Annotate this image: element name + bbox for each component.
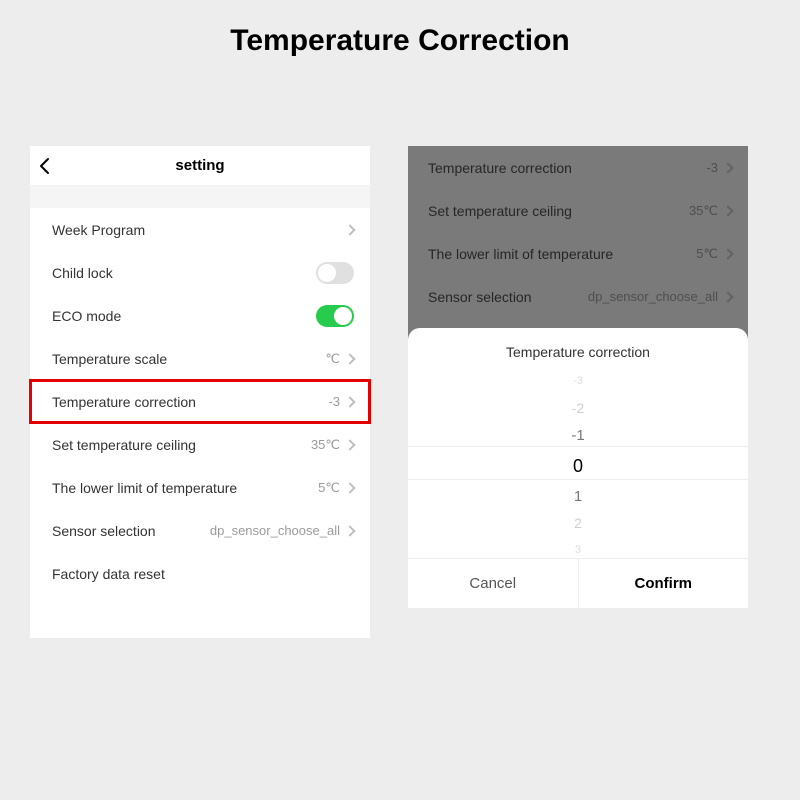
chevron-right-icon (344, 525, 355, 536)
row-temperature-lower-limit[interactable]: The lower limit of temperature 5℃ (30, 466, 370, 509)
section-gap (30, 186, 370, 208)
child-lock-toggle[interactable] (316, 262, 354, 284)
row-value: ℃ (325, 351, 340, 367)
bg-row-temperature-lower-limit: The lower limit of temperature 5℃ (408, 232, 748, 275)
row-temperature-scale[interactable]: Temperature scale ℃ (30, 337, 370, 380)
row-child-lock[interactable]: Child lock (30, 251, 370, 294)
picker-item[interactable]: -3 (573, 368, 583, 395)
row-label: Week Program (52, 222, 145, 238)
picker-item[interactable]: -2 (572, 395, 584, 422)
row-label: Set temperature ceiling (52, 437, 196, 453)
row-label: ECO mode (52, 308, 121, 324)
value-picker[interactable]: -3 -2 -1 0 1 2 3 (408, 368, 748, 558)
row-value: dp_sensor_choose_all (210, 523, 340, 538)
row-week-program[interactable]: Week Program (30, 208, 370, 251)
row-label: The lower limit of temperature (52, 480, 237, 496)
settings-screen: setting Week Program Child lock ECO mode… (30, 146, 370, 638)
chevron-right-icon (722, 291, 733, 302)
row-label: Factory data reset (52, 566, 165, 582)
back-button[interactable] (36, 146, 54, 186)
row-label: Sensor selection (428, 289, 532, 305)
row-label: Sensor selection (52, 523, 156, 539)
row-label: Temperature scale (52, 351, 167, 367)
row-label: Child lock (52, 265, 113, 281)
chevron-right-icon (344, 396, 355, 407)
chevron-right-icon (344, 353, 355, 364)
row-temperature-ceiling[interactable]: Set temperature ceiling 35℃ (30, 423, 370, 466)
picker-sheet: Temperature correction -3 -2 -1 0 1 2 3 … (408, 328, 748, 608)
chevron-right-icon (722, 248, 733, 259)
chevron-right-icon (344, 224, 355, 235)
row-value: 35℃ (689, 203, 718, 219)
row-label: Set temperature ceiling (428, 203, 572, 219)
row-label: The lower limit of temperature (428, 246, 613, 262)
bg-row-temperature-correction: Temperature correction -3 (408, 146, 748, 189)
picker-item[interactable]: -1 (571, 422, 584, 449)
chevron-right-icon (344, 482, 355, 493)
eco-mode-toggle[interactable] (316, 305, 354, 327)
chevron-right-icon (722, 205, 733, 216)
top-bar: setting (30, 146, 370, 186)
row-eco-mode[interactable]: ECO mode (30, 294, 370, 337)
picker-item-selected[interactable]: 0 (573, 449, 583, 483)
bg-row-sensor-selection: Sensor selection dp_sensor_choose_all (408, 275, 748, 318)
row-label: Temperature correction (428, 160, 572, 176)
row-value: -3 (706, 160, 718, 175)
picker-screen: Temperature correction -3 Set temperatur… (408, 146, 748, 608)
row-factory-reset[interactable]: Factory data reset (30, 552, 370, 595)
bg-row-temperature-ceiling: Set temperature ceiling 35℃ (408, 189, 748, 232)
chevron-right-icon (722, 162, 733, 173)
row-sensor-selection[interactable]: Sensor selection dp_sensor_choose_all (30, 509, 370, 552)
picker-item[interactable]: 1 (574, 483, 582, 510)
row-temperature-correction[interactable]: Temperature correction -3 (30, 380, 370, 423)
picker-item[interactable]: 2 (574, 510, 582, 537)
cancel-button[interactable]: Cancel (408, 559, 579, 608)
page-title: Temperature Correction (0, 0, 800, 58)
confirm-button[interactable]: Confirm (579, 559, 749, 608)
sheet-title: Temperature correction (408, 344, 748, 360)
row-label: Temperature correction (52, 394, 196, 410)
row-value: 35℃ (311, 437, 340, 453)
row-value: 5℃ (696, 246, 718, 262)
row-value: dp_sensor_choose_all (588, 289, 718, 304)
picker-item[interactable]: 3 (575, 537, 581, 558)
row-value: 5℃ (318, 480, 340, 496)
top-bar-title: setting (175, 157, 224, 174)
chevron-right-icon (344, 439, 355, 450)
row-value: -3 (328, 394, 340, 409)
